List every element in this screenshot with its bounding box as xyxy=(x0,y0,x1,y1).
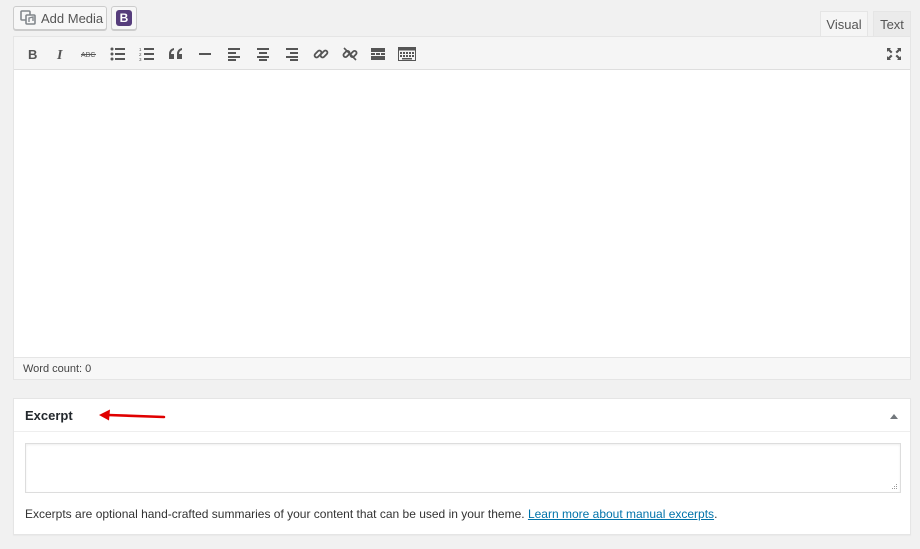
content-editor: B I ABC 123 Word count: 0 xyxy=(13,36,911,380)
svg-text:I: I xyxy=(56,48,63,61)
tab-text[interactable]: Text xyxy=(873,11,911,36)
insert-link-icon[interactable] xyxy=(308,41,334,67)
excerpt-description-text: Excerpts are optional hand-crafted summa… xyxy=(25,507,528,521)
tab-visual[interactable]: Visual xyxy=(820,11,868,37)
excerpt-description-period: . xyxy=(714,507,718,521)
align-left-icon[interactable] xyxy=(221,41,247,67)
svg-text:B: B xyxy=(28,47,37,61)
add-media-button[interactable]: Add Media xyxy=(13,6,107,30)
align-center-icon[interactable] xyxy=(250,41,276,67)
editor-toolbar: B I ABC 123 xyxy=(14,37,910,70)
bulleted-list-icon[interactable] xyxy=(105,41,131,67)
read-more-icon[interactable] xyxy=(365,41,391,67)
bootstrap-shortcode-button[interactable]: B xyxy=(111,6,137,30)
excerpt-textarea[interactable] xyxy=(25,443,901,493)
excerpt-header[interactable]: Excerpt xyxy=(14,399,910,432)
italic-icon[interactable]: I xyxy=(48,41,74,67)
add-media-icon xyxy=(20,10,36,26)
align-right-icon[interactable] xyxy=(279,41,305,67)
numbered-list-icon[interactable]: 123 xyxy=(134,41,160,67)
excerpt-description: Excerpts are optional hand-crafted summa… xyxy=(25,507,717,521)
excerpt-title: Excerpt xyxy=(25,407,73,423)
toolbar-toggle-icon[interactable] xyxy=(394,41,420,67)
learn-more-excerpts-link[interactable]: Learn more about manual excerpts xyxy=(528,507,714,521)
word-count: Word count: 0 xyxy=(23,362,92,375)
svg-text:3: 3 xyxy=(139,57,142,61)
resize-grip-icon[interactable] xyxy=(890,482,898,490)
fullscreen-icon[interactable] xyxy=(881,41,907,67)
bootstrap-logo-icon: B xyxy=(116,10,132,26)
strikethrough-icon[interactable]: ABC xyxy=(76,41,102,67)
editor-status-bar: Word count: 0 xyxy=(14,357,910,379)
blockquote-icon[interactable] xyxy=(163,41,189,67)
collapse-toggle-icon[interactable] xyxy=(888,411,900,421)
red-arrow-annotation xyxy=(99,409,166,421)
svg-text:ABC: ABC xyxy=(81,52,95,59)
add-media-label: Add Media xyxy=(41,10,104,26)
bold-icon[interactable]: B xyxy=(19,41,45,67)
editor-content-area[interactable] xyxy=(14,70,910,358)
horizontal-line-icon[interactable] xyxy=(192,41,218,67)
remove-link-icon[interactable] xyxy=(337,41,363,67)
excerpt-box: Excerpt Excerpts are optional hand-craft… xyxy=(13,398,911,535)
